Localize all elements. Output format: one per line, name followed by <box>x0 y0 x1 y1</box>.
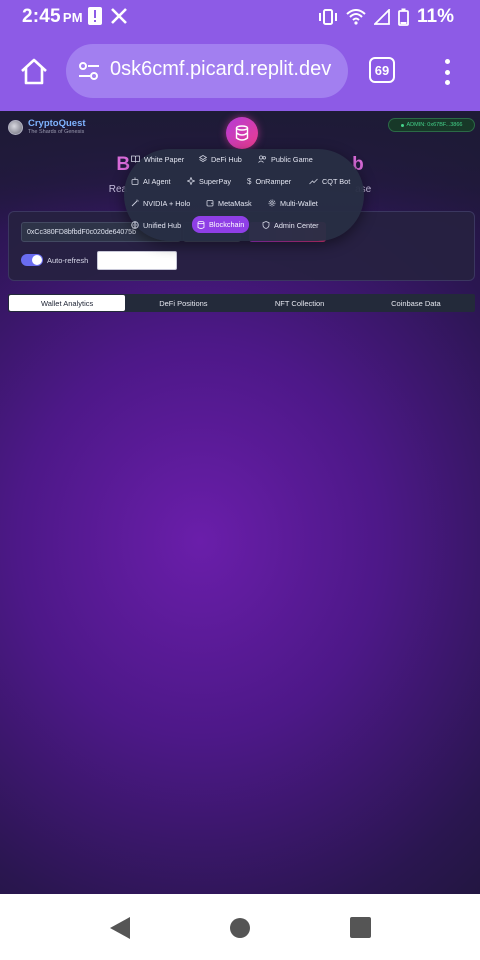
auto-refresh-toggle[interactable] <box>21 254 43 266</box>
menu-dot <box>444 80 450 85</box>
status-ampm: PM <box>62 10 83 25</box>
nav-item-metamask[interactable]: MetaMask <box>201 195 257 211</box>
nav-item-label: Public Game <box>271 154 313 164</box>
nav-item-defi-hub[interactable]: DeFi Hub <box>194 151 247 167</box>
nav-item-label: Multi-Wallet <box>280 198 318 208</box>
home-button[interactable] <box>18 56 50 88</box>
bot-icon <box>131 177 139 185</box>
nav-item-onramper[interactable]: $ OnRamper <box>242 173 296 189</box>
trending-up-icon <box>309 178 318 184</box>
status-time: 2:45 PM <box>22 6 83 28</box>
nav-item-nvidia-holo[interactable]: NVIDIA + Holo <box>126 195 195 211</box>
nav-item-blockchain[interactable]: Blockchain <box>192 216 250 233</box>
nav-menu-toggle[interactable] <box>226 117 258 149</box>
status-time-value: 2:45 <box>22 6 61 27</box>
nav-item-public-game[interactable]: Public Game <box>253 151 318 167</box>
recent-apps-button[interactable] <box>350 917 371 938</box>
nav-item-unified-hub[interactable]: Unified Hub <box>126 217 186 233</box>
notification-icons <box>88 7 128 25</box>
nav-item-cqt-bot[interactable]: CQT Bot <box>304 173 355 189</box>
nav-item-multi-wallet[interactable]: Multi-Wallet <box>263 195 323 211</box>
layers-icon <box>199 155 207 162</box>
nav-item-label: SuperPay <box>199 176 232 186</box>
battery-percent: 11% <box>417 6 454 27</box>
system-navigation-bar <box>0 894 480 960</box>
menu-dot <box>444 69 450 75</box>
browser-toolbar: 0sk6cmf.picard.replit.dev 69 <box>0 34 480 111</box>
nav-item-label: CQT Bot <box>322 176 351 186</box>
vibrate-icon <box>319 9 338 25</box>
nav-item-label: Unified Hub <box>143 220 182 230</box>
logo-icon <box>8 120 23 135</box>
tab-nft-collection[interactable]: NFT Collection <box>242 295 358 311</box>
alert-icon <box>88 7 102 25</box>
globe-icon <box>131 221 139 229</box>
toggle-knob <box>32 255 42 265</box>
nav-item-label: MetaMask <box>218 198 252 208</box>
system-indicators: 11% <box>318 6 454 28</box>
analytics-tabs: Wallet Analytics DeFi Positions NFT Coll… <box>8 294 475 312</box>
nav-item-label: Blockchain <box>209 220 245 229</box>
logo-text: CryptoQuest The Shards of Genesis <box>28 119 86 136</box>
nav-item-label: OnRamper <box>255 176 292 186</box>
browser-menu-button[interactable] <box>437 56 457 88</box>
menu-dot <box>444 59 450 64</box>
book-icon <box>131 155 140 163</box>
shield-icon <box>262 221 270 229</box>
magic-wand-icon <box>131 199 139 207</box>
admin-badge-text: ADMIN: 0x67BF...3866 <box>406 122 463 128</box>
auto-refresh-label: Auto-refresh <box>47 256 89 265</box>
back-icon[interactable] <box>108 916 132 940</box>
sparkle-icon <box>187 177 195 185</box>
site-settings-icon[interactable] <box>78 61 100 81</box>
signal-icon <box>374 9 390 25</box>
home-nav-button[interactable] <box>230 918 250 938</box>
logo-tagline: The Shards of Genesis <box>28 129 85 135</box>
database-icon <box>197 220 205 229</box>
logo-name: CryptoQuest <box>28 118 86 129</box>
nav-item-admin-center[interactable]: Admin Center <box>257 217 324 233</box>
wifi-icon <box>346 9 366 25</box>
address-bar[interactable]: 0sk6cmf.picard.replit.dev <box>66 44 348 98</box>
tab-switcher-button[interactable]: 69 <box>369 57 395 83</box>
users-icon <box>258 155 266 163</box>
admin-status-dot <box>400 123 404 127</box>
nav-item-label: Admin Center <box>274 220 319 230</box>
web-content: CryptoQuest The Shards of Genesis ADMIN:… <box>0 111 480 894</box>
battery-icon <box>398 8 409 26</box>
tab-defi-positions[interactable]: DeFi Positions <box>125 295 241 311</box>
nav-item-label: NVIDIA + Holo <box>143 198 191 208</box>
status-bar: 2:45 PM 11% <box>0 0 480 34</box>
url-text[interactable]: 0sk6cmf.picard.replit.dev <box>110 58 342 81</box>
gear-icon <box>268 199 276 207</box>
app-logo[interactable]: CryptoQuest The Shards of Genesis <box>8 119 86 136</box>
nav-item-white-paper[interactable]: White Paper <box>126 151 189 167</box>
x-app-icon <box>111 8 127 24</box>
nav-popover-menu: White Paper DeFi Hub Public Game AI Agen… <box>124 149 364 241</box>
dollar-icon: $ <box>247 176 252 186</box>
nav-item-superpay[interactable]: SuperPay <box>182 173 236 189</box>
database-icon <box>235 125 249 141</box>
tab-coinbase-data[interactable]: Coinbase Data <box>358 295 474 311</box>
wallet-icon <box>206 200 214 207</box>
nav-item-label: White Paper <box>144 154 185 164</box>
nav-item-label: AI Agent <box>143 176 171 186</box>
admin-badge[interactable]: ADMIN: 0x67BF...3866 <box>388 118 475 132</box>
nav-item-label: DeFi Hub <box>211 154 242 164</box>
tab-wallet-analytics[interactable]: Wallet Analytics <box>9 295 126 311</box>
refresh-interval-input[interactable] <box>97 251 177 270</box>
nav-item-ai-agent[interactable]: AI Agent <box>126 173 176 189</box>
home-icon <box>21 58 47 85</box>
